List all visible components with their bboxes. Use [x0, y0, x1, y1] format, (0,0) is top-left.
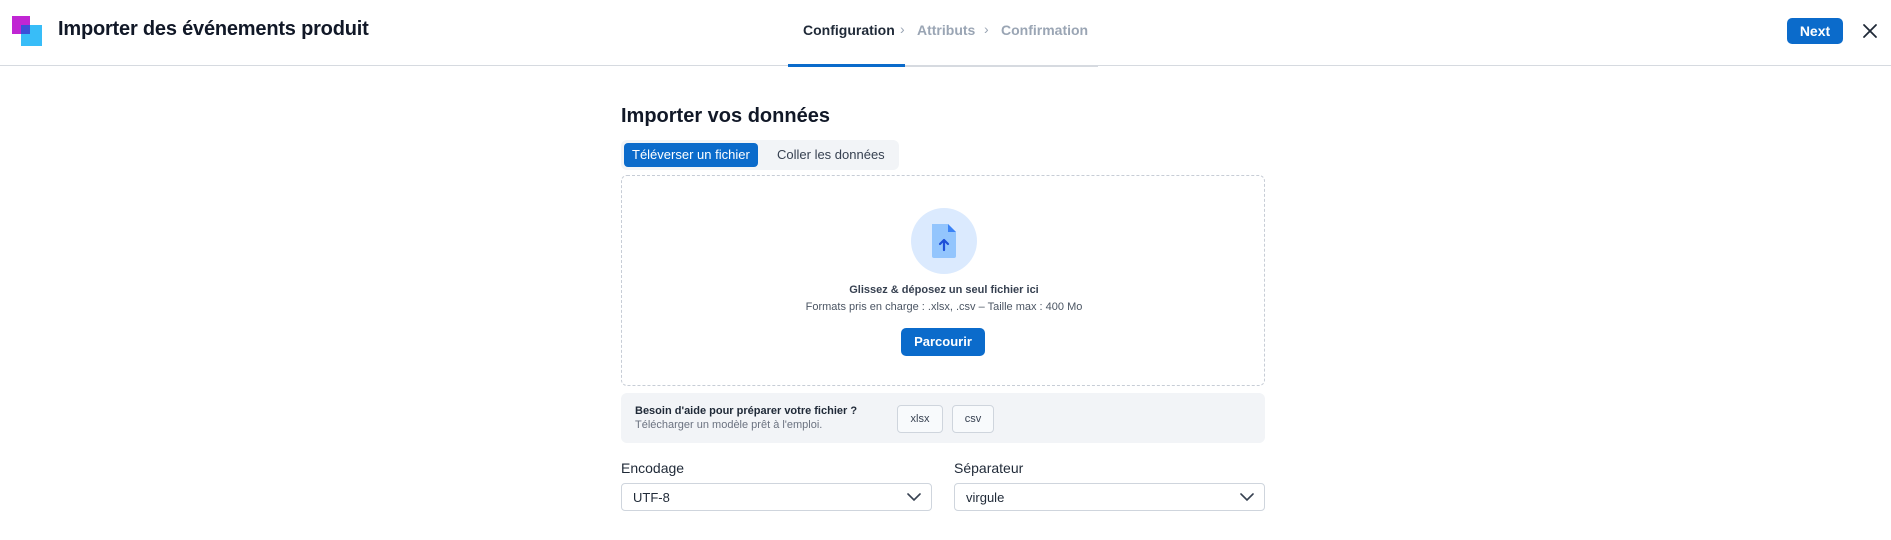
stepper: Configuration › Attributs › Confirmation	[788, 0, 1098, 67]
file-dropzone[interactable]: Glissez & déposez un seul fichier ici Fo…	[621, 175, 1265, 386]
separator-label: Séparateur	[954, 460, 1024, 476]
tab-paste-data[interactable]: Coller les données	[769, 143, 893, 167]
next-button[interactable]: Next	[1787, 18, 1843, 44]
dropzone-title: Glissez & déposez un seul fichier ici	[849, 284, 1039, 296]
file-upload-icon	[911, 208, 977, 274]
help-title: Besoin d'aide pour préparer votre fichie…	[635, 405, 858, 417]
download-csv-template-button[interactable]: csv	[952, 405, 994, 433]
chevron-right-icon: ›	[984, 21, 989, 37]
import-mode-tabs: Téléverser un fichier Coller les données	[621, 140, 899, 170]
encoding-label: Encodage	[621, 460, 685, 476]
step-configuration[interactable]: Configuration	[803, 22, 895, 38]
browse-button[interactable]: Parcourir	[901, 328, 985, 356]
stepper-progress	[788, 64, 905, 67]
download-xlsx-template-button[interactable]: xlsx	[897, 405, 943, 433]
encoding-value: UTF-8	[633, 490, 670, 505]
chevron-right-icon: ›	[900, 21, 905, 37]
chevron-down-icon	[1240, 493, 1254, 502]
section-title: Importer vos données	[621, 105, 830, 127]
template-help-box: Besoin d'aide pour préparer votre fichie…	[621, 393, 1265, 443]
tab-upload-file[interactable]: Téléverser un fichier	[624, 143, 758, 167]
separator-value: virgule	[966, 490, 1005, 505]
app-logo	[12, 16, 42, 46]
top-bar: Importer des événements produit Configur…	[0, 0, 1891, 67]
separator-select[interactable]: virgule	[954, 483, 1265, 511]
page-title: Importer des événements produit	[58, 18, 369, 40]
step-attributs[interactable]: Attributs	[917, 22, 975, 38]
encoding-select[interactable]: UTF-8	[621, 483, 932, 511]
step-confirmation[interactable]: Confirmation	[1001, 22, 1088, 38]
close-icon[interactable]	[1858, 19, 1882, 43]
chevron-down-icon	[907, 493, 921, 502]
dropzone-subtitle: Formats pris en charge : .xlsx, .csv – T…	[805, 301, 1083, 313]
help-subtitle: Télécharger un modèle prêt à l'emploi.	[635, 419, 823, 431]
